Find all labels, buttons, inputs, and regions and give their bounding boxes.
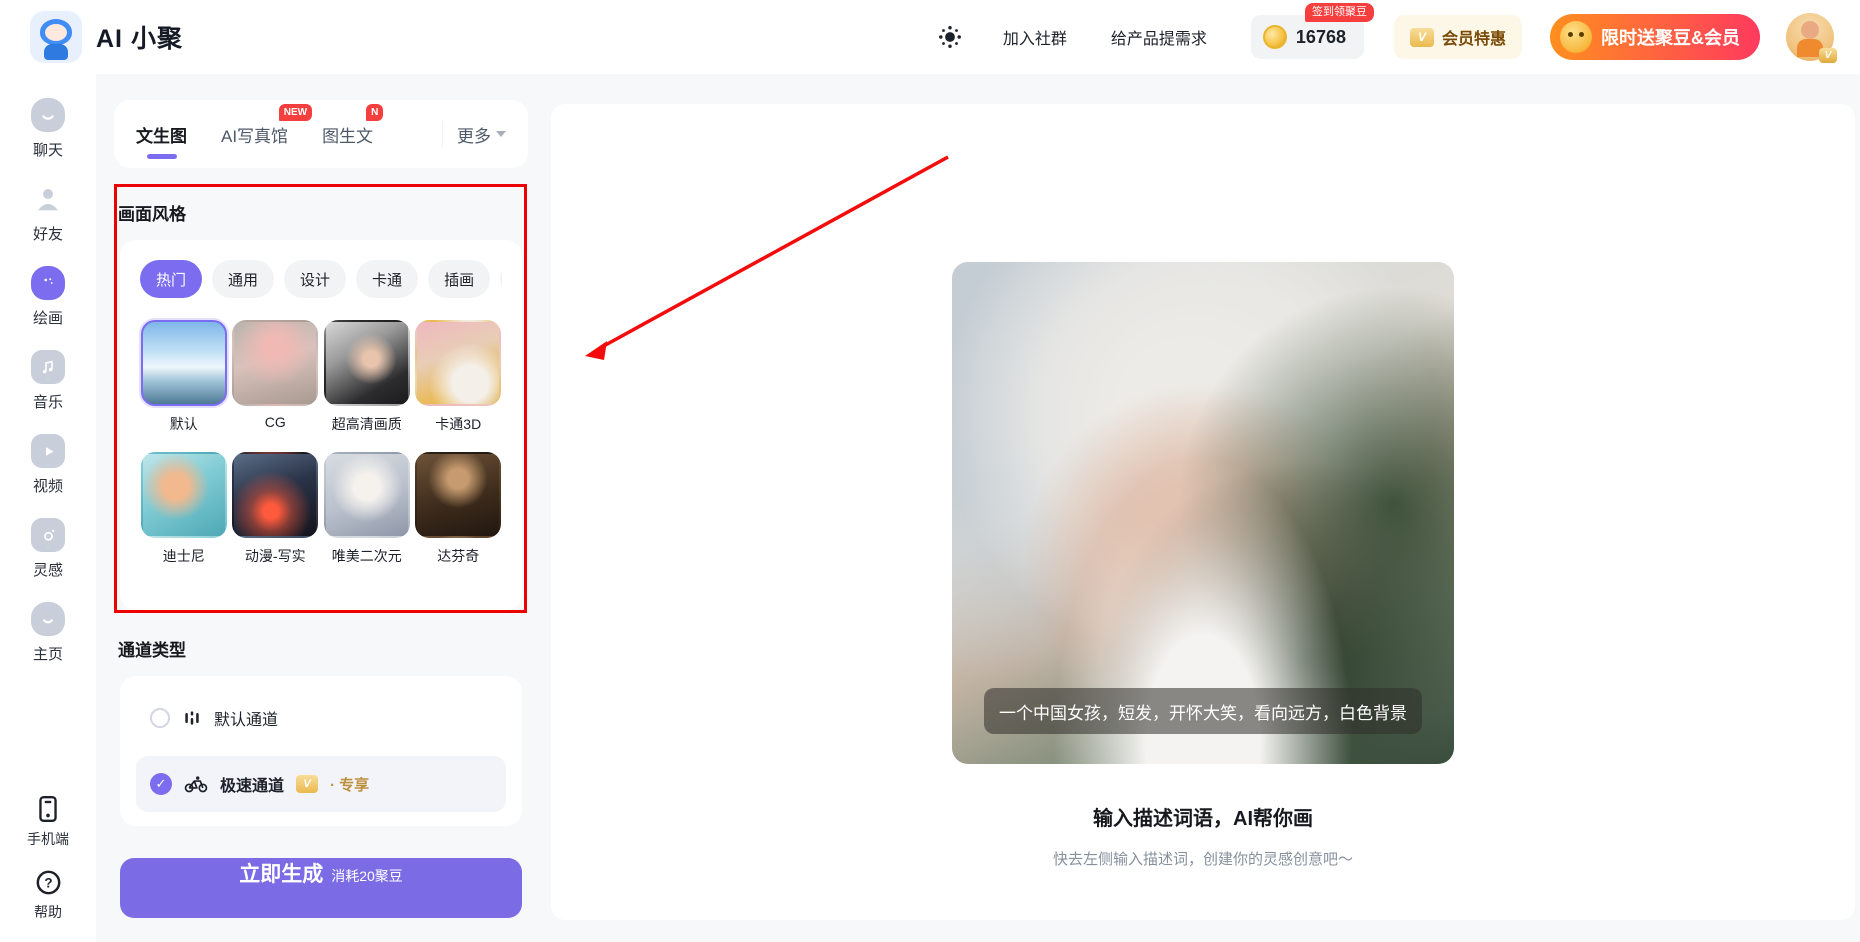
signal-bars-icon — [182, 708, 202, 728]
coin-balance-pill[interactable]: 签到领聚豆 16768 — [1251, 15, 1364, 59]
mascot-logo-icon — [30, 11, 82, 63]
style-option-aesthetic-2d[interactable]: 唯美二次元 — [323, 452, 411, 566]
style-option-anime-realistic[interactable]: 动漫-写实 — [232, 452, 320, 566]
chip-general[interactable]: 通用 — [212, 260, 274, 298]
style-thumbnail-grid: 默认 CG 超高清画质 卡通3D 迪士尼 — [140, 320, 502, 566]
music-icon — [31, 350, 65, 384]
tab-text-to-image[interactable]: 文生图 — [136, 122, 187, 147]
promo-mascot-icon — [1560, 21, 1592, 53]
bicycle-icon — [184, 775, 208, 794]
sidebar-item-chat[interactable]: 聊天 — [31, 98, 65, 160]
mode-tab-bar: 文生图 AI写真馆 NEW 图生文 N 更多 — [114, 100, 528, 168]
style-option-cg[interactable]: CG — [232, 320, 320, 434]
chip-anime-clipped[interactable]: 动漫 — [500, 260, 502, 298]
sidebar-item-paint[interactable]: 绘画 — [31, 266, 65, 328]
sidebar-item-friends[interactable]: 好友 — [31, 182, 65, 244]
style-option-disney[interactable]: 迪士尼 — [140, 452, 228, 566]
tab-more-dropdown[interactable]: 更多 — [442, 122, 506, 147]
help-question-icon: ? — [35, 869, 62, 896]
app-logo[interactable]: AI 小聚 — [30, 11, 183, 63]
chevron-down-icon — [496, 131, 506, 137]
app-window: AI 小聚 加入社群 给产品提需求 签到领聚豆 16768 V 会员特惠 限时送… — [0, 0, 1860, 942]
app-title: AI 小聚 — [96, 19, 183, 55]
nav-join-community[interactable]: 加入社群 — [1003, 25, 1067, 49]
vip-deal-label: 会员特惠 — [1442, 25, 1506, 49]
avatar-vip-badge: V — [1819, 48, 1837, 63]
radio-unchecked-icon[interactable] — [150, 708, 170, 728]
top-header: AI 小聚 加入社群 给产品提需求 签到领聚豆 16768 V 会员特惠 限时送… — [0, 0, 1860, 74]
style-category-chips: 热门 通用 设计 卡通 插画 动漫 — [140, 260, 502, 298]
channel-type-card: 默认通道 ✓ 极速通道 V · 专享 — [120, 676, 522, 826]
phone-icon — [35, 795, 61, 823]
empty-state-title: 输入描述词语，AI帮你画 — [1093, 802, 1313, 831]
chip-design[interactable]: 设计 — [284, 260, 346, 298]
vip-crown-icon-small: V — [296, 775, 318, 793]
paint-palette-icon — [31, 266, 65, 300]
style-option-cartoon3d[interactable]: 卡通3D — [415, 320, 503, 434]
coin-icon — [1263, 25, 1287, 49]
vip-crown-icon: V — [1410, 28, 1434, 47]
sidebar-item-inspiration[interactable]: 灵感 — [31, 518, 65, 580]
channel-section-title: 通道类型 — [118, 636, 186, 661]
promo-label: 限时送聚豆&会员 — [1601, 24, 1740, 50]
header-actions: 加入社群 给产品提需求 签到领聚豆 16768 V 会员特惠 限时送聚豆&会员 … — [937, 13, 1834, 61]
video-play-icon — [31, 434, 65, 468]
example-prompt-caption: 一个中国女孩，短发，开怀大笑，看向远方，白色背景 — [984, 688, 1422, 734]
chip-cartoon[interactable]: 卡通 — [356, 260, 418, 298]
empty-state-subtitle: 快去左侧输入描述词，创建你的灵感创意吧～ — [1053, 848, 1353, 869]
vip-deal-button[interactable]: V 会员特惠 — [1394, 15, 1522, 59]
theme-sun-icon[interactable] — [937, 24, 963, 50]
style-thumb-aesthetic-2d — [324, 452, 410, 538]
camera-icon — [31, 518, 65, 552]
tab-image-to-text[interactable]: 图生文 N — [322, 122, 373, 147]
chip-illustration[interactable]: 插画 — [428, 260, 490, 298]
style-picker-card: 热门 通用 设计 卡通 插画 动漫 默认 CG 超高清画质 — [120, 240, 522, 610]
user-avatar[interactable]: V — [1786, 13, 1834, 61]
friends-icon — [31, 182, 65, 216]
signin-reward-badge: 签到领聚豆 — [1305, 3, 1374, 22]
new-badge-clipped: N — [366, 104, 383, 121]
style-thumb-anime-realistic — [232, 452, 318, 538]
nav-product-feedback[interactable]: 给产品提需求 — [1111, 25, 1207, 49]
style-thumb-default — [141, 320, 227, 406]
generate-cost-label: 消耗20聚豆 — [331, 866, 403, 886]
exclusive-label: · 专享 — [330, 774, 369, 795]
sidebar-item-music[interactable]: 音乐 — [31, 350, 65, 412]
new-badge: NEW — [279, 104, 312, 121]
preview-area: 一个中国女孩，短发，开怀大笑，看向远方，白色背景 输入描述词语，AI帮你画 快去… — [551, 104, 1855, 920]
style-thumb-cartoon3d — [415, 320, 501, 406]
style-thumb-uhd — [324, 320, 410, 406]
promo-gift-button[interactable]: 限时送聚豆&会员 — [1550, 14, 1760, 60]
chip-hot[interactable]: 热门 — [140, 260, 202, 298]
home-icon — [31, 602, 65, 636]
style-option-davinci[interactable]: 达芬奇 — [415, 452, 503, 566]
coin-count: 16768 — [1296, 27, 1346, 48]
style-thumb-disney — [141, 452, 227, 538]
style-thumb-davinci — [415, 452, 501, 538]
sidebar-item-home[interactable]: 主页 — [31, 602, 65, 664]
example-result-image: 一个中国女孩，短发，开怀大笑，看向远方，白色背景 — [952, 262, 1454, 764]
sidebar-item-mobile[interactable]: 手机端 — [27, 795, 69, 849]
channel-option-default[interactable]: 默认通道 — [136, 690, 506, 746]
style-option-uhd[interactable]: 超高清画质 — [323, 320, 411, 434]
tab-ai-portrait[interactable]: AI写真馆 NEW — [221, 122, 288, 147]
sidebar-item-help[interactable]: ? 帮助 — [34, 869, 62, 922]
chat-icon — [31, 98, 65, 132]
style-section-title: 画面风格 — [118, 200, 186, 225]
channel-option-fast[interactable]: ✓ 极速通道 V · 专享 — [136, 756, 506, 812]
generation-settings-panel: 文生图 AI写真馆 NEW 图生文 N 更多 画面风格 热门 通用 设计 卡通 — [96, 74, 545, 942]
svg-text:?: ? — [44, 876, 52, 891]
generate-button[interactable]: 立即生成 消耗20聚豆 — [120, 858, 522, 918]
radio-checked-icon[interactable]: ✓ — [150, 773, 172, 795]
left-sidebar: 聊天 好友 绘画 音乐 视频 — [0, 74, 96, 942]
style-thumb-cg — [232, 320, 318, 406]
style-option-default[interactable]: 默认 — [140, 320, 228, 434]
sidebar-item-video[interactable]: 视频 — [31, 434, 65, 496]
